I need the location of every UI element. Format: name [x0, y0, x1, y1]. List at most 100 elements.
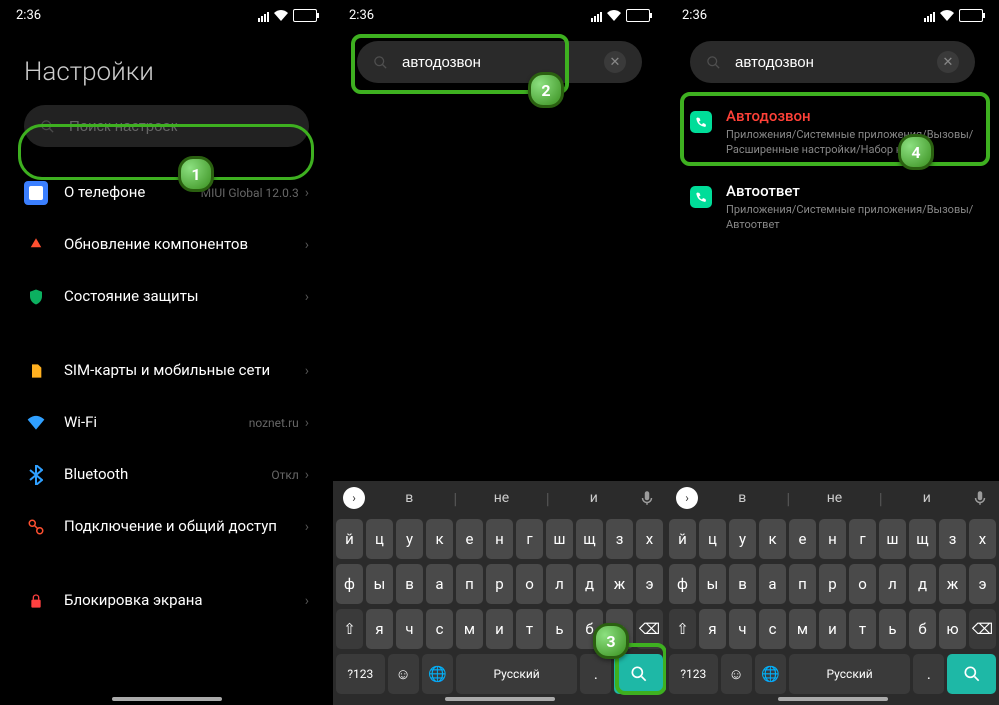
search-bar[interactable] [24, 105, 309, 147]
key[interactable]: ш [879, 519, 906, 559]
key[interactable]: ж [606, 564, 633, 604]
key[interactable]: ф [669, 564, 696, 604]
key[interactable]: д [909, 564, 936, 604]
globe-key[interactable]: 🌐 [755, 654, 786, 694]
key[interactable]: э [636, 564, 663, 604]
emoji-key[interactable]: ☺ [388, 654, 419, 694]
item-wifi[interactable]: Wi-Finoznet.ru› [16, 397, 317, 449]
clear-button[interactable]: ✕ [604, 51, 626, 73]
suggestion[interactable]: не [467, 490, 535, 506]
suggestion[interactable]: и [893, 490, 961, 506]
key[interactable]: ф [336, 564, 363, 604]
key[interactable]: а [759, 564, 786, 604]
key[interactable]: п [789, 564, 816, 604]
key[interactable]: о [849, 564, 876, 604]
key[interactable]: ц [366, 519, 393, 559]
shift-key[interactable]: ⇧ [669, 609, 696, 649]
key[interactable]: ю [939, 609, 966, 649]
key[interactable]: с [759, 609, 786, 649]
key[interactable]: г [849, 519, 876, 559]
key[interactable]: ж [939, 564, 966, 604]
clear-button[interactable]: ✕ [937, 51, 959, 73]
search-bar[interactable]: ✕ [690, 41, 975, 83]
backspace-key[interactable]: ⌫ [969, 609, 996, 649]
suggestion[interactable]: не [800, 490, 868, 506]
key[interactable]: й [669, 519, 696, 559]
key[interactable]: н [819, 519, 846, 559]
key[interactable]: р [819, 564, 846, 604]
key[interactable]: щ [576, 519, 603, 559]
key[interactable]: в [396, 564, 423, 604]
mic-icon[interactable] [638, 489, 656, 507]
key[interactable]: л [879, 564, 906, 604]
key[interactable]: й [336, 519, 363, 559]
key[interactable]: и [486, 609, 513, 649]
key[interactable]: з [606, 519, 633, 559]
keyboard[interactable]: › в | не | и йцукенгшщзх фывапролджэ ⇧яч… [666, 481, 999, 705]
key[interactable]: з [939, 519, 966, 559]
key[interactable]: п [456, 564, 483, 604]
key[interactable]: т [516, 609, 543, 649]
keyboard[interactable]: › в | не | и йцукенгшщзх фывапролджэ ⇧яч… [333, 481, 666, 705]
key[interactable]: ч [396, 609, 423, 649]
nav-bar[interactable] [445, 697, 555, 701]
shift-key[interactable]: ⇧ [336, 609, 363, 649]
key[interactable]: э [969, 564, 996, 604]
nav-bar[interactable] [778, 697, 888, 701]
key[interactable]: м [456, 609, 483, 649]
item-bluetooth[interactable]: BluetoothОткл› [16, 449, 317, 501]
key[interactable]: б [909, 609, 936, 649]
key[interactable]: о [516, 564, 543, 604]
backspace-key[interactable]: ⌫ [636, 609, 663, 649]
key[interactable]: л [546, 564, 573, 604]
key[interactable]: у [396, 519, 423, 559]
key[interactable]: х [969, 519, 996, 559]
key[interactable]: ь [546, 609, 573, 649]
key[interactable]: к [759, 519, 786, 559]
nav-bar[interactable] [112, 697, 222, 701]
key[interactable]: ц [699, 519, 726, 559]
space-key[interactable]: Русский [789, 654, 910, 694]
dot-key[interactable]: . [580, 654, 611, 694]
result-autodial[interactable]: Автодозвон Приложения/Системные приложен… [666, 95, 999, 170]
key[interactable]: н [486, 519, 513, 559]
chevron-right-icon[interactable]: › [676, 487, 698, 509]
search-key[interactable] [947, 654, 996, 694]
key[interactable]: т [849, 609, 876, 649]
key[interactable]: я [699, 609, 726, 649]
mic-icon[interactable] [971, 489, 989, 507]
item-sim[interactable]: SIM-карты и мобильные сети› [16, 345, 317, 397]
key[interactable]: е [789, 519, 816, 559]
key[interactable]: р [486, 564, 513, 604]
key[interactable]: ч [729, 609, 756, 649]
search-input[interactable] [733, 53, 937, 72]
key[interactable]: к [426, 519, 453, 559]
key[interactable]: в [729, 564, 756, 604]
num-key[interactable]: ?123 [336, 654, 385, 694]
item-security[interactable]: Состояние защиты› [16, 271, 317, 323]
item-lockscreen[interactable]: Блокировка экрана› [16, 575, 317, 627]
key[interactable]: е [456, 519, 483, 559]
key[interactable]: м [789, 609, 816, 649]
emoji-key[interactable]: ☺ [721, 654, 752, 694]
item-connection[interactable]: Подключение и общий доступ› [16, 501, 317, 553]
suggestion[interactable]: и [560, 490, 628, 506]
dot-key[interactable]: . [913, 654, 944, 694]
key[interactable]: а [426, 564, 453, 604]
result-autoanswer[interactable]: Автоответ Приложения/Системные приложени… [666, 170, 999, 245]
key[interactable]: г [516, 519, 543, 559]
key[interactable]: с [426, 609, 453, 649]
suggestion[interactable]: в [708, 490, 776, 506]
search-input[interactable] [400, 53, 604, 72]
key[interactable]: ы [366, 564, 393, 604]
key[interactable]: я [366, 609, 393, 649]
chevron-right-icon[interactable]: › [343, 487, 365, 509]
num-key[interactable]: ?123 [669, 654, 718, 694]
search-input[interactable] [67, 117, 293, 136]
key[interactable]: д [576, 564, 603, 604]
search-bar[interactable]: ✕ [357, 41, 642, 83]
suggestion[interactable]: в [375, 490, 443, 506]
item-updates[interactable]: Обновление компонентов› [16, 219, 317, 271]
space-key[interactable]: Русский [456, 654, 577, 694]
key[interactable]: ы [699, 564, 726, 604]
